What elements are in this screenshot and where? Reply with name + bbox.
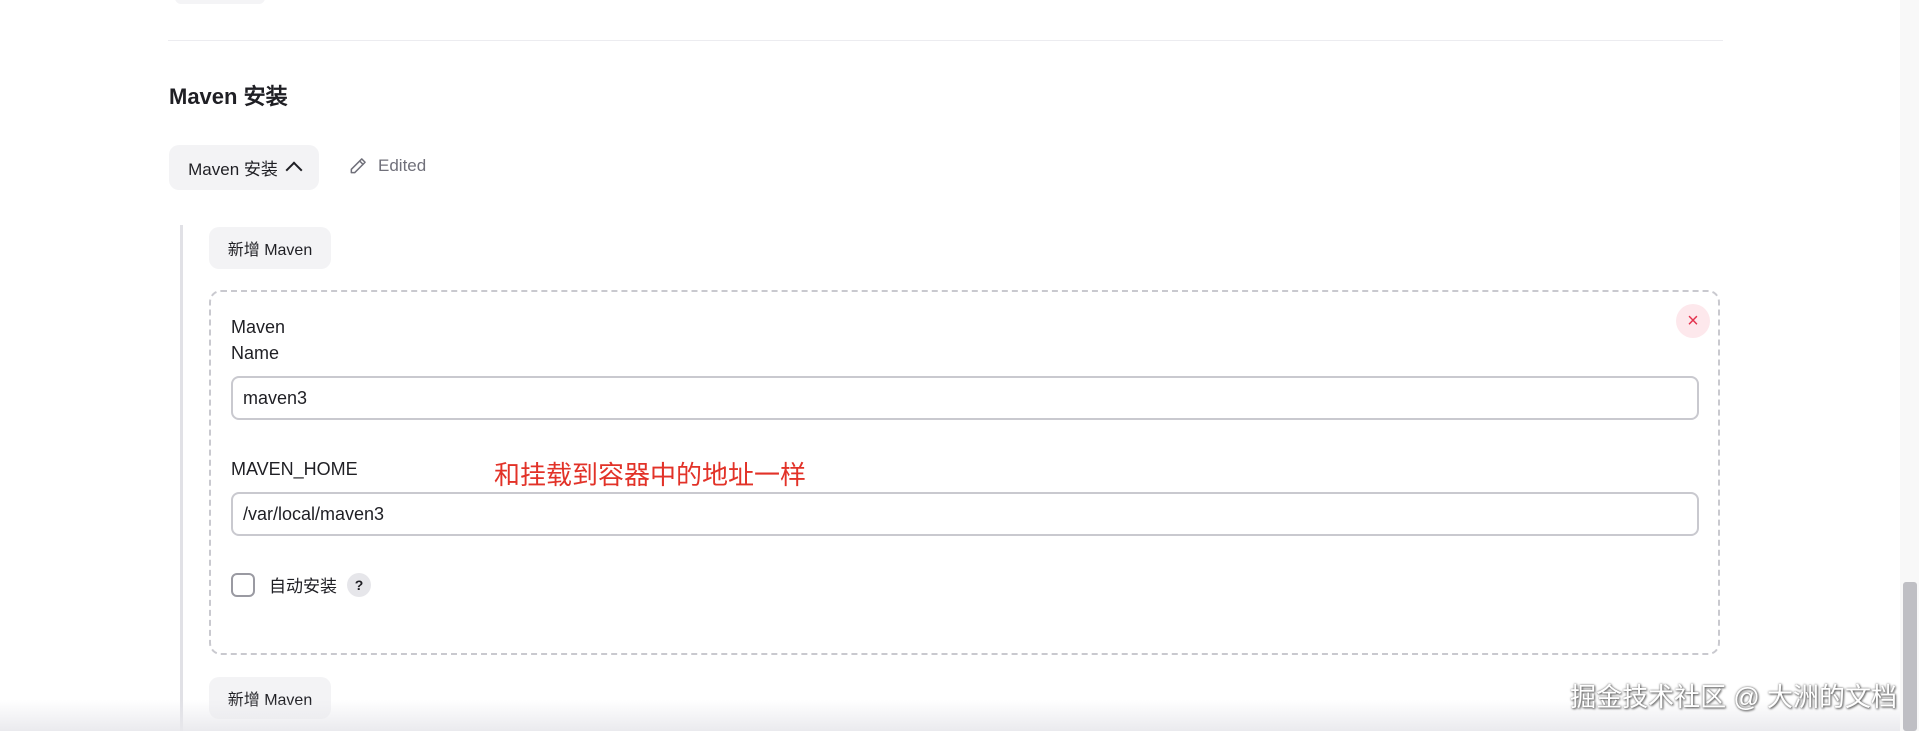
maven-home-label: MAVEN_HOME	[231, 459, 358, 479]
maven-name-label: Maven Name	[231, 317, 286, 363]
scrollbar-thumb[interactable]	[1903, 582, 1917, 731]
page: Maven 安装 Maven 安装 Edited 新增 Maven × Mave…	[0, 0, 1919, 731]
close-icon[interactable]: ×	[1676, 304, 1710, 338]
scrollbar-track[interactable]	[1900, 0, 1919, 731]
repeatable-rail	[180, 225, 183, 731]
auto-install-row: 自动安装 ?	[231, 572, 371, 597]
chevron-up-icon	[285, 161, 303, 179]
section-divider	[168, 40, 1723, 41]
help-icon[interactable]: ?	[347, 572, 371, 597]
edited-label: Edited	[378, 156, 427, 175]
watermark: 掘金技术社区 @ 大洲的文档	[1570, 682, 1897, 712]
auto-install-label: 自动安装	[269, 577, 337, 596]
add-maven-button[interactable]: 新增 Maven	[209, 227, 331, 269]
maven-name-input[interactable]	[231, 376, 1699, 420]
maven-entry-card: × Maven Name MAVEN_HOME 和挂载到容器中的地址一样 自动安…	[209, 290, 1720, 655]
previous-section-button-stub[interactable]	[175, 0, 265, 4]
maven-home-input[interactable]	[231, 492, 1699, 536]
edited-indicator: Edited	[348, 156, 426, 176]
section-title: Maven 安装	[169, 84, 288, 109]
toggle-label: Maven 安装	[188, 160, 278, 179]
auto-install-checkbox[interactable]	[231, 572, 255, 597]
annotation-note: 和挂载到容器中的地址一样	[494, 460, 807, 490]
pencil-icon	[350, 158, 366, 174]
maven-install-toggle-button[interactable]: Maven 安装	[169, 145, 319, 190]
